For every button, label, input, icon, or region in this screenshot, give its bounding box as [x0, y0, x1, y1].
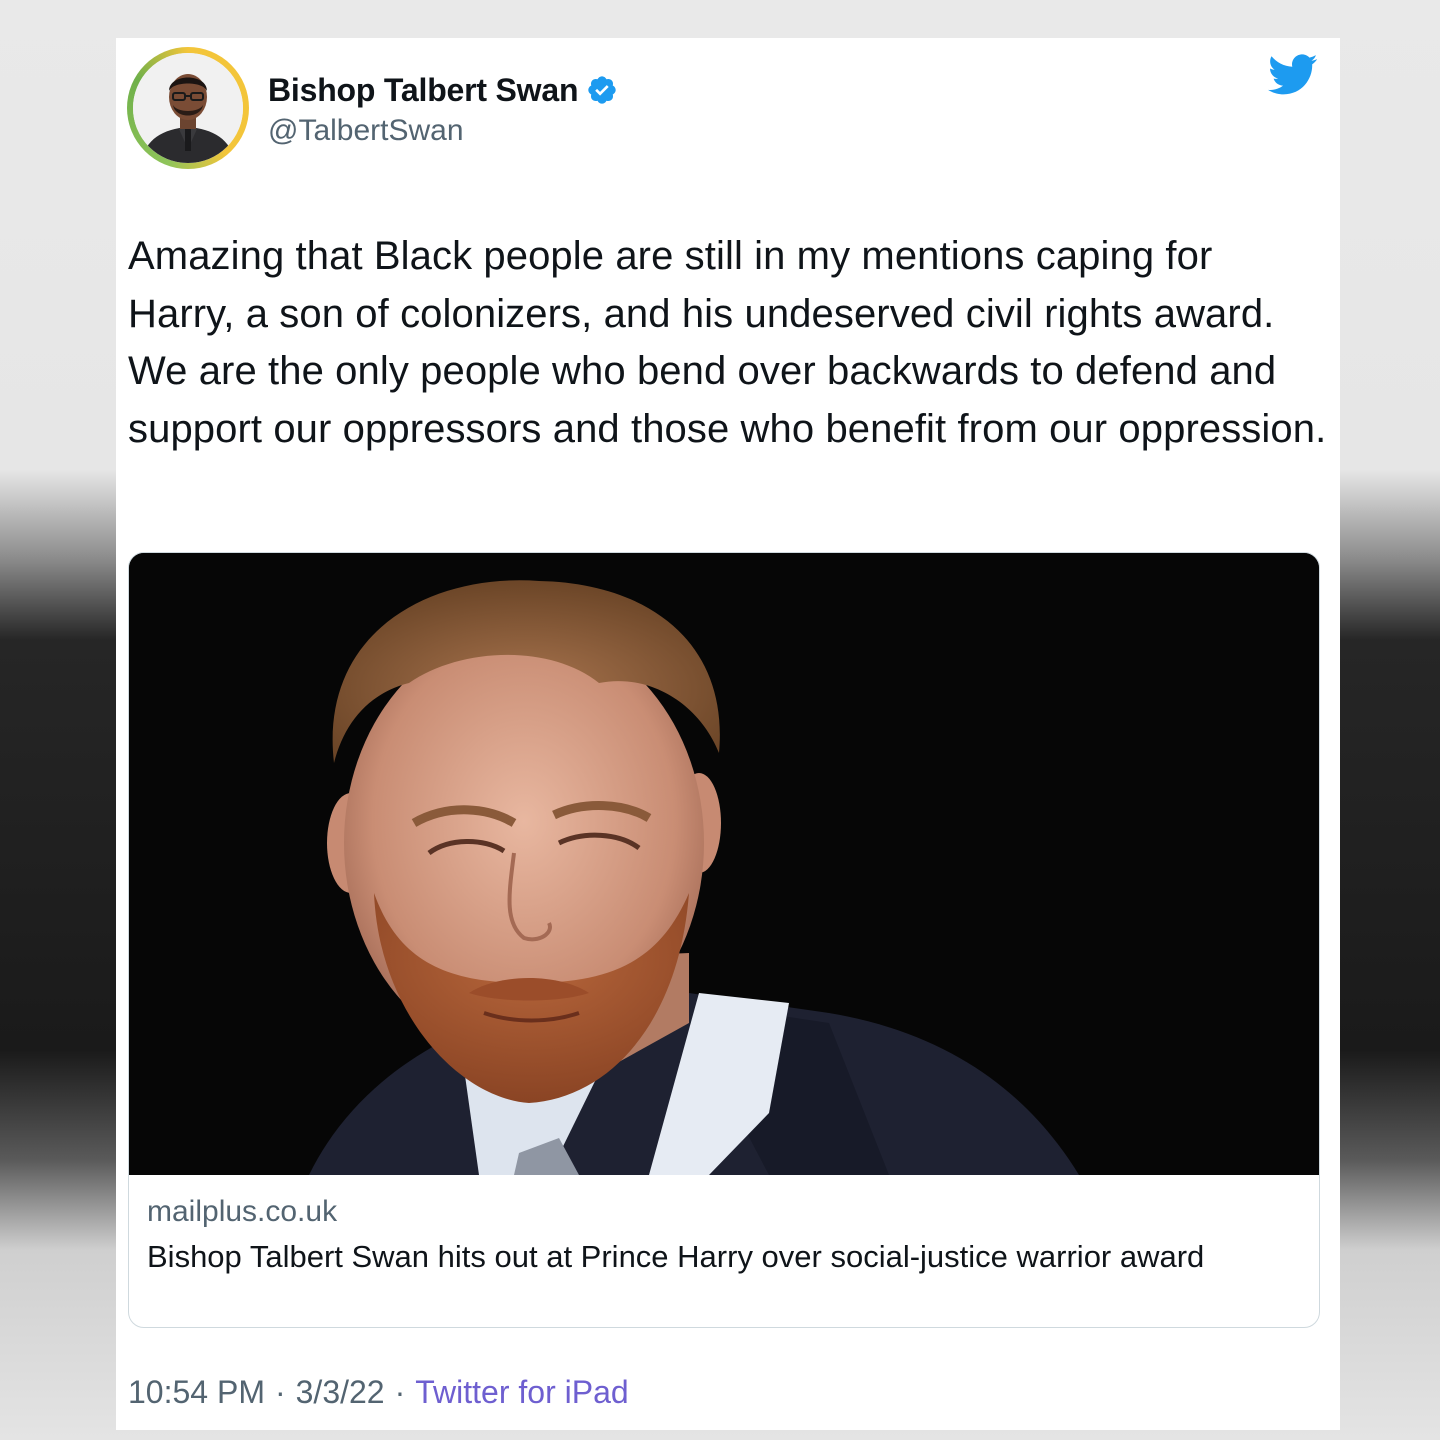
tweet-card: Bishop Talbert Swan @TalbertSwan Amazing… [116, 38, 1340, 1430]
author-handle[interactable]: @TalbertSwan [268, 114, 464, 148]
tweet-meta: 10:54 PM · 3/3/22 · Twitter for iPad [128, 1374, 629, 1411]
tweet-text: Amazing that Black people are still in m… [128, 234, 1327, 451]
link-preview-card[interactable]: mailplus.co.uk Bishop Talbert Swan hits … [128, 552, 1320, 1328]
profile-photo-icon [133, 53, 243, 163]
link-title[interactable]: Bishop Talbert Swan hits out at Prince H… [147, 1236, 1297, 1277]
link-preview-image[interactable] [129, 553, 1319, 1175]
tweet-time[interactable]: 10:54 PM [128, 1374, 265, 1410]
twitter-bird-icon[interactable] [1268, 54, 1318, 96]
meta-separator: · [274, 1374, 286, 1410]
portrait-photo-icon [129, 553, 1319, 1175]
verified-badge-icon [586, 74, 618, 106]
tweet-date[interactable]: 3/3/22 [296, 1374, 385, 1410]
tweet-source-link[interactable]: Twitter for iPad [415, 1374, 628, 1410]
author-name-row[interactable]: Bishop Talbert Swan [268, 70, 618, 110]
avatar[interactable] [133, 53, 243, 163]
meta-separator: · [394, 1374, 406, 1410]
author-display-name[interactable]: Bishop Talbert Swan [268, 72, 579, 109]
link-domain[interactable]: mailplus.co.uk [147, 1195, 337, 1229]
avatar-ring[interactable] [127, 47, 249, 169]
